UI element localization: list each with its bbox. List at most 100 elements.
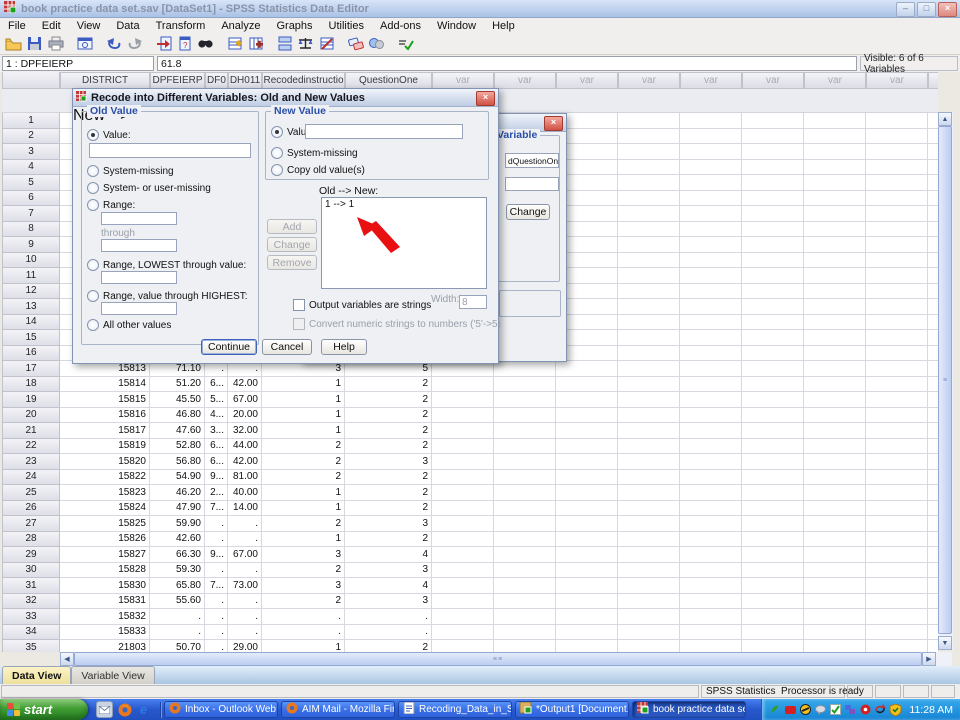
cell[interactable] (680, 330, 742, 346)
cell[interactable]: 2 (345, 640, 432, 652)
cell[interactable]: 42.00 (228, 377, 262, 393)
cell[interactable] (680, 175, 742, 191)
cell[interactable]: 15830 (60, 578, 150, 594)
menu-item[interactable]: Transform (148, 20, 214, 32)
cell[interactable] (804, 640, 866, 652)
row-number[interactable]: 23 (2, 454, 60, 470)
cell[interactable] (866, 516, 928, 532)
cell[interactable] (928, 501, 938, 517)
cell[interactable]: 3 (262, 547, 345, 563)
cell[interactable]: . (228, 625, 262, 641)
var-column-header[interactable]: var (866, 72, 928, 89)
cell[interactable] (866, 330, 928, 346)
cell[interactable]: 55.60 (150, 594, 205, 610)
cell[interactable] (866, 160, 928, 176)
row-number[interactable]: 28 (2, 532, 60, 548)
cell[interactable] (866, 253, 928, 269)
cell[interactable] (742, 191, 804, 207)
old-value-radio[interactable]: Value: (87, 129, 131, 141)
row-number[interactable]: 9 (2, 237, 60, 253)
row-number[interactable]: 5 (2, 175, 60, 191)
cell[interactable] (618, 346, 680, 362)
cell[interactable] (432, 547, 494, 563)
cell[interactable] (928, 516, 938, 532)
cell[interactable] (556, 594, 618, 610)
cell[interactable] (494, 516, 556, 532)
cell[interactable] (804, 268, 866, 284)
cell[interactable]: 3 (345, 454, 432, 470)
cell[interactable] (866, 454, 928, 470)
cell[interactable] (928, 206, 938, 222)
cell[interactable] (680, 547, 742, 563)
cell[interactable]: 15828 (60, 563, 150, 579)
cell[interactable] (556, 423, 618, 439)
cell[interactable] (618, 268, 680, 284)
cell[interactable]: 3 (345, 594, 432, 610)
sync-tray-icon[interactable] (874, 704, 886, 716)
taskbar-button-aim-mail[interactable]: AIM Mail - Mozilla Fir... (281, 701, 395, 718)
cell[interactable] (556, 454, 618, 470)
row-number[interactable]: 4 (2, 160, 60, 176)
taskbar-button-output[interactable]: *Output1 [Document... (515, 701, 629, 718)
cell[interactable]: 51.20 (150, 377, 205, 393)
cell[interactable] (618, 113, 680, 129)
cell[interactable]: 56.80 (150, 454, 205, 470)
close-icon[interactable]: × (476, 91, 495, 106)
cell[interactable]: . (205, 516, 228, 532)
cell[interactable] (804, 423, 866, 439)
cell[interactable] (432, 470, 494, 486)
cell[interactable] (804, 299, 866, 315)
menu-item[interactable]: Analyze (213, 20, 268, 32)
cell[interactable] (742, 175, 804, 191)
cell[interactable]: 40.00 (228, 485, 262, 501)
row-number[interactable]: 12 (2, 284, 60, 300)
cell[interactable] (928, 191, 938, 207)
vertical-scrollbar[interactable]: ▲ ≡ ▼ (938, 112, 953, 650)
cell[interactable] (680, 423, 742, 439)
cell[interactable]: . (228, 594, 262, 610)
cell[interactable] (432, 423, 494, 439)
cell[interactable] (928, 640, 938, 652)
cell[interactable] (804, 485, 866, 501)
cell[interactable] (742, 640, 804, 652)
cell[interactable] (556, 578, 618, 594)
column-header[interactable]: DF0 (205, 72, 228, 89)
cell[interactable]: 3 (345, 563, 432, 579)
cell[interactable] (742, 346, 804, 362)
range-lowest-input[interactable] (101, 271, 177, 284)
cancel-button[interactable]: Cancel (262, 339, 312, 355)
cell[interactable]: 1 (262, 408, 345, 424)
cell[interactable] (804, 547, 866, 563)
cell[interactable]: 15817 (60, 423, 150, 439)
cell[interactable]: 67.00 (228, 392, 262, 408)
cell[interactable] (494, 578, 556, 594)
cell[interactable] (866, 408, 928, 424)
cell[interactable] (432, 392, 494, 408)
minimize-button[interactable]: – (896, 2, 915, 17)
cell[interactable]: . (228, 609, 262, 625)
cell[interactable] (556, 408, 618, 424)
cell[interactable] (804, 501, 866, 517)
cell[interactable] (928, 144, 938, 160)
old-system-user-missing-radio[interactable]: System- or user-missing (87, 182, 211, 194)
cell[interactable]: 15827 (60, 547, 150, 563)
column-header[interactable]: QuestionOne (345, 72, 432, 89)
cell[interactable] (618, 609, 680, 625)
cell[interactable] (556, 377, 618, 393)
cell[interactable]: 45.50 (150, 392, 205, 408)
row-number[interactable]: 20 (2, 408, 60, 424)
cell[interactable] (742, 253, 804, 269)
cell[interactable] (618, 625, 680, 641)
cell[interactable] (866, 284, 928, 300)
row-number[interactable]: 1 (2, 113, 60, 129)
row-number[interactable]: 6 (2, 191, 60, 207)
mail-icon[interactable] (96, 701, 113, 718)
cell[interactable] (866, 439, 928, 455)
scroll-down-icon[interactable]: ▼ (938, 636, 952, 650)
cell[interactable] (432, 516, 494, 532)
cell[interactable] (618, 361, 680, 377)
cell[interactable]: . (228, 532, 262, 548)
cell[interactable]: 46.20 (150, 485, 205, 501)
restore-button[interactable]: □ (917, 2, 936, 17)
row-number[interactable]: 15 (2, 330, 60, 346)
